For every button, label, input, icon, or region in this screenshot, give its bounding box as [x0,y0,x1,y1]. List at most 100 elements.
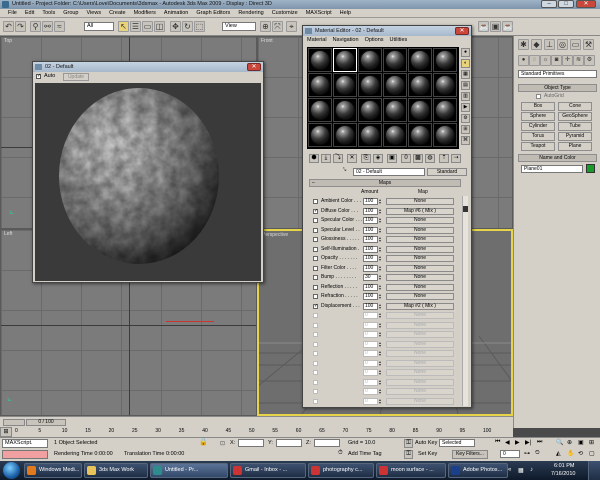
key-mode-toggle-icon[interactable]: ⊶ [524,450,530,457]
menu-file[interactable]: File [4,9,21,17]
sample-slot[interactable] [358,73,382,97]
map-amount-field[interactable]: 100 [363,302,378,310]
go-to-end-icon[interactable]: ⏭ [537,439,542,446]
clock-time[interactable]: 6:01 PM [554,463,574,469]
amount-spinner-icon[interactable]: ▴ ▾ [379,198,383,205]
cameras-icon[interactable]: ◙ [551,55,562,66]
network-icon[interactable]: ▦ [518,467,524,474]
amount-spinner-icon[interactable]: ▴ ▾ [379,388,383,395]
quick-render-icon[interactable]: ☕ [502,21,513,32]
map-slot-button[interactable]: None [386,264,454,272]
amount-spinner-icon[interactable]: ▴ ▾ [379,378,383,386]
taskbar-item[interactable]: Untitled - Pr... [150,463,228,478]
unlink-icon[interactable]: ⚯ [42,21,53,32]
plane-button[interactable]: Plane [558,142,592,151]
viewport-left-label[interactable]: Left [4,231,12,237]
sample-slot[interactable] [408,98,432,122]
set-key-icon[interactable]: ⚿ [404,450,413,459]
sample-slot[interactable] [408,48,432,72]
menu-group[interactable]: Group [59,9,82,17]
object-category-dropdown[interactable]: Standard Primitives [518,70,597,78]
map-amount-field[interactable]: 100 [363,264,378,272]
map-slot-button[interactable]: None [386,293,454,300]
sample-slot[interactable] [383,123,407,147]
map-enable-checkbox[interactable] [313,370,318,375]
map-enable-checkbox[interactable] [313,313,318,318]
show-end-result-icon[interactable]: ◍ [425,154,435,163]
map-amount-field[interactable]: 0 [363,388,378,395]
map-amount-field[interactable]: 100 [363,217,378,224]
amount-spinner-icon[interactable]: ▴ ▾ [379,274,383,281]
map-slot-button[interactable]: None [386,236,454,243]
render-frame-icon[interactable]: ▣ [490,21,501,32]
close-button[interactable]: ✕ [455,27,469,35]
go-to-start-icon[interactable]: ⏮ [495,439,500,446]
utilities-tab-icon[interactable]: ⚒ [583,39,594,50]
x-coordinate-field[interactable] [238,439,264,447]
tray-expand-icon[interactable]: « [508,467,511,473]
map-enable-checkbox[interactable] [313,275,318,280]
map-amount-field[interactable]: 100 [363,236,378,243]
select-object-icon[interactable]: ↖ [118,21,129,32]
menu-create[interactable]: Create [105,9,130,17]
geometry-icon[interactable]: ● [518,55,529,66]
map-slot-button[interactable]: None [386,350,454,357]
taskbar-item[interactable]: photography c... [308,463,374,478]
map-amount-field[interactable]: 30 [363,274,378,281]
modify-tab-icon[interactable]: ◆ [531,39,542,50]
zoom-extents-all-icon[interactable]: ⊞ [589,439,594,446]
key-filters-button[interactable]: Key Filters... [452,450,488,459]
current-frame-field[interactable]: 0 [500,450,520,458]
auto-key-button[interactable]: Auto Key [415,440,437,446]
material-id-icon[interactable]: 0 [401,154,411,163]
maxscript-output[interactable] [2,450,48,459]
pick-material-icon[interactable]: ⤥ [343,167,346,174]
me-menu-navigation[interactable]: Navigation [333,36,359,45]
assign-material-icon[interactable]: ⤵ [333,154,343,163]
background-icon[interactable]: ▦ [461,70,470,79]
reference-coordinate-dropdown[interactable]: View [222,22,256,31]
cylinder-button[interactable]: Cylinder [521,122,555,131]
sample-slot[interactable] [333,123,357,147]
add-time-tag[interactable]: Add Time Tag [348,451,382,457]
shapes-icon[interactable]: ◌ [529,55,540,66]
selection-lock-icon[interactable]: 🔒 [199,438,208,446]
amount-spinner-icon[interactable]: ▴ ▾ [379,331,383,338]
time-slider[interactable]: 0 / 100 [0,416,513,427]
material-map-navigator-icon[interactable]: ⌘ [461,136,470,145]
amount-spinner-icon[interactable]: ▴ ▾ [379,359,383,367]
map-enable-checkbox[interactable] [313,332,318,337]
map-amount-field[interactable]: 0 [363,369,378,376]
map-amount-field[interactable]: 0 [363,312,378,319]
sample-slot[interactable] [383,98,407,122]
sample-slot-selected[interactable] [333,48,357,72]
map-amount-field[interactable]: 100 [363,283,378,291]
menu-views[interactable]: Views [83,9,106,17]
map-slot-button[interactable]: None [386,198,454,205]
select-and-rotate-icon[interactable]: ↻ [182,21,193,32]
previous-frame-icon[interactable]: ◀ [505,439,510,446]
prev-frame-button[interactable] [3,419,25,426]
map-amount-field[interactable]: 0 [363,359,378,367]
maximize-button[interactable]: □ [558,0,574,8]
maximize-viewport-icon[interactable]: ▢ [589,450,595,457]
volume-icon[interactable]: ♪ [530,467,533,473]
menu-tools[interactable]: Tools [38,9,59,17]
amount-spinner-icon[interactable]: ▴ ▾ [379,312,383,319]
map-enable-checkbox[interactable] [313,199,318,204]
amount-spinner-icon[interactable]: ▴ ▾ [379,350,383,357]
viewport-front-label[interactable]: Front [261,38,273,44]
map-enable-checkbox[interactable]: ✓ [313,208,318,214]
viewport-top-label[interactable]: Top [4,38,12,44]
map-slot-button[interactable]: None [386,321,454,329]
zoom-extents-icon[interactable]: ▣ [578,439,584,446]
bind-space-warp-icon[interactable]: ≈ [54,21,65,32]
rectangular-selection-icon[interactable]: ▭ [142,21,153,32]
map-enable-checkbox[interactable] [313,256,318,261]
map-amount-field[interactable]: 100 [363,255,378,262]
sphere-button[interactable]: Sphere [521,112,555,121]
amount-spinner-icon[interactable]: ▴ ▾ [379,236,383,243]
taskbar-item[interactable]: Adobe Photos... [448,463,508,478]
map-enable-checkbox[interactable] [313,341,318,347]
cone-button[interactable]: Cone [558,102,592,111]
